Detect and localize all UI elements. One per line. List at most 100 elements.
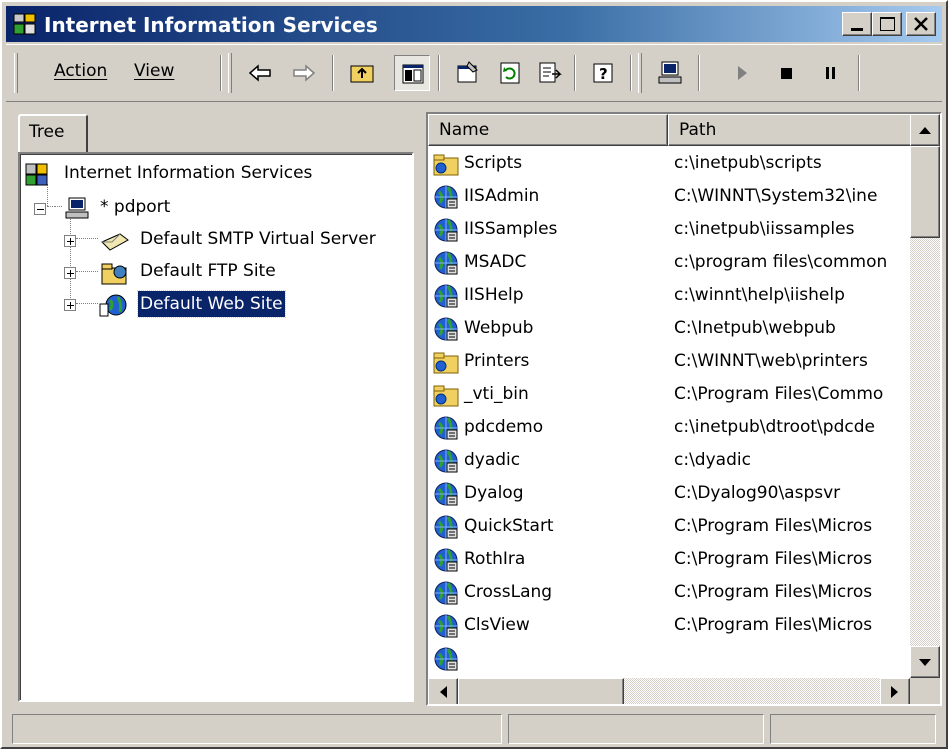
export-list-icon bbox=[539, 62, 562, 83]
list-item-path: C:\Program Files\Micros bbox=[674, 615, 873, 635]
help-button[interactable]: ? bbox=[586, 55, 622, 91]
scroll-right-button[interactable] bbox=[880, 678, 910, 704]
web-app-icon bbox=[434, 218, 458, 242]
back-button[interactable] bbox=[242, 55, 278, 91]
refresh-button[interactable] bbox=[492, 55, 528, 91]
list-item-path: c:\inetpub\dtroot\pdcde bbox=[674, 417, 875, 437]
play-icon bbox=[738, 66, 747, 80]
toolbar-separator bbox=[220, 55, 222, 91]
list-item-path: C:\Program Files\Micros bbox=[674, 516, 873, 536]
list-item-path: C:\WINNT\System32\ine bbox=[674, 186, 878, 206]
stop-icon bbox=[781, 68, 792, 79]
maximize-icon bbox=[880, 17, 895, 31]
menu-view[interactable]: View bbox=[134, 61, 174, 81]
list-item[interactable]: Webpub C:\Inetpub\webpub bbox=[428, 311, 912, 345]
toolbar-separator bbox=[630, 55, 632, 91]
minimize-button[interactable] bbox=[842, 12, 872, 36]
collapse-toggle[interactable] bbox=[34, 203, 46, 215]
expand-toggle[interactable] bbox=[64, 235, 76, 247]
list-item[interactable]: _vti_bin C:\Program Files\Commo bbox=[428, 377, 912, 411]
list-item[interactable]: pdcdemo c:\inetpub\dtroot\pdcde bbox=[428, 410, 912, 444]
list-item[interactable]: dyadic c:\dyadic bbox=[428, 443, 912, 477]
column-header-path[interactable]: Path bbox=[668, 114, 912, 146]
list-item[interactable]: Printers C:\WINNT\web\printers bbox=[428, 344, 912, 378]
list-item-path: C:\WINNT\web\printers bbox=[674, 351, 868, 371]
list-item-name: pdcdemo bbox=[464, 417, 544, 437]
arrow-left-icon bbox=[440, 686, 447, 698]
rebar-grip[interactable] bbox=[228, 53, 232, 93]
list-item[interactable]: RothIra C:\Program Files\Micros bbox=[428, 542, 912, 576]
list-item[interactable]: MSADC c:\program files\common bbox=[428, 245, 912, 279]
scroll-thumb[interactable] bbox=[910, 146, 940, 238]
column-header-name[interactable]: Name bbox=[428, 114, 668, 146]
maximize-button[interactable] bbox=[872, 12, 902, 36]
web-app-icon bbox=[434, 251, 458, 275]
stop-button[interactable] bbox=[768, 55, 804, 91]
list-item-name: Scripts bbox=[464, 153, 523, 173]
status-bar bbox=[6, 710, 942, 746]
list-item[interactable] bbox=[428, 641, 912, 675]
arrow-down-icon bbox=[919, 659, 931, 666]
list-item-name: IISSamples bbox=[464, 219, 558, 239]
tab-tree[interactable]: Tree bbox=[18, 114, 88, 154]
list-item-name: _vti_bin bbox=[464, 384, 529, 404]
list-item[interactable]: Dyalog C:\Dyalog90\aspsvr bbox=[428, 476, 912, 510]
list-item[interactable]: IISAdmin C:\WINNT\System32\ine bbox=[428, 179, 912, 213]
folder-icon bbox=[433, 154, 459, 176]
properties-button[interactable] bbox=[450, 55, 486, 91]
console-tree[interactable]: Internet Information Services * pdport D… bbox=[18, 152, 414, 702]
status-pane-3 bbox=[770, 714, 936, 744]
tree-item-label: Default FTP Site bbox=[140, 261, 276, 281]
close-button[interactable] bbox=[906, 12, 936, 36]
connect-computer-button[interactable] bbox=[652, 55, 688, 91]
console-tree-icon bbox=[402, 64, 424, 84]
list-item-path: C:\Dyalog90\aspsvr bbox=[674, 483, 841, 503]
expand-toggle[interactable] bbox=[64, 267, 76, 279]
toolbar-separator bbox=[574, 55, 576, 91]
web-app-icon bbox=[434, 515, 458, 539]
show-hide-console-tree-button[interactable] bbox=[394, 55, 430, 91]
details-list-view[interactable]: Name Path Scripts c:\inetpub\scripts IISAd… bbox=[426, 112, 942, 706]
tree-item-label: Default SMTP Virtual Server bbox=[140, 229, 376, 249]
rebar-grip[interactable] bbox=[14, 53, 18, 93]
pause-icon bbox=[826, 67, 835, 79]
list-item-name: RothIra bbox=[464, 549, 526, 569]
list-item-name: IISAdmin bbox=[464, 186, 540, 206]
list-item[interactable]: Scripts c:\inetpub\scripts bbox=[428, 146, 912, 180]
scroll-down-button[interactable] bbox=[910, 646, 940, 678]
list-item[interactable]: IISSamples c:\inetpub\iissamples bbox=[428, 212, 912, 246]
list-item-name: Printers bbox=[464, 351, 530, 371]
scroll-up-button[interactable] bbox=[910, 114, 940, 146]
scroll-left-button[interactable] bbox=[428, 678, 458, 704]
pause-button[interactable] bbox=[812, 55, 848, 91]
close-icon bbox=[914, 17, 928, 31]
export-list-button[interactable] bbox=[532, 55, 568, 91]
arrow-right-icon bbox=[293, 64, 316, 82]
list-item-path: C:\Inetpub\webpub bbox=[674, 318, 836, 338]
minimize-icon bbox=[851, 28, 863, 31]
menu-action[interactable]: Action bbox=[54, 61, 107, 81]
scroll-thumb[interactable] bbox=[458, 678, 624, 704]
smtp-server-icon bbox=[101, 233, 129, 251]
forward-button[interactable] bbox=[286, 55, 322, 91]
up-one-level-button[interactable] bbox=[344, 55, 380, 91]
menu-toolbar-rebar: Action View ? bbox=[6, 44, 942, 102]
horizontal-scrollbar[interactable] bbox=[428, 678, 910, 704]
list-item[interactable]: QuickStart C:\Program Files\Micros bbox=[428, 509, 912, 543]
list-item-name: dyadic bbox=[464, 450, 521, 470]
list-item[interactable]: CrossLang C:\Program Files\Micros bbox=[428, 575, 912, 609]
list-item[interactable]: ClsView C:\Program Files\Micros bbox=[428, 608, 912, 642]
tree-connector bbox=[76, 303, 98, 304]
window-title: Internet Information Services bbox=[44, 13, 378, 37]
web-app-icon bbox=[434, 284, 458, 308]
web-app-icon bbox=[434, 482, 458, 506]
tree-connector bbox=[76, 271, 98, 272]
list-item[interactable]: IISHelp c:\winnt\help\iishelp bbox=[428, 278, 912, 312]
status-pane-1 bbox=[12, 714, 502, 744]
rebar-grip[interactable] bbox=[638, 53, 642, 93]
title-bar[interactable]: Internet Information Services bbox=[6, 6, 942, 42]
vertical-scrollbar[interactable] bbox=[910, 114, 940, 678]
expand-toggle[interactable] bbox=[64, 299, 76, 311]
start-button[interactable] bbox=[724, 55, 760, 91]
list-item-path: C:\Program Files\Micros bbox=[674, 549, 873, 569]
